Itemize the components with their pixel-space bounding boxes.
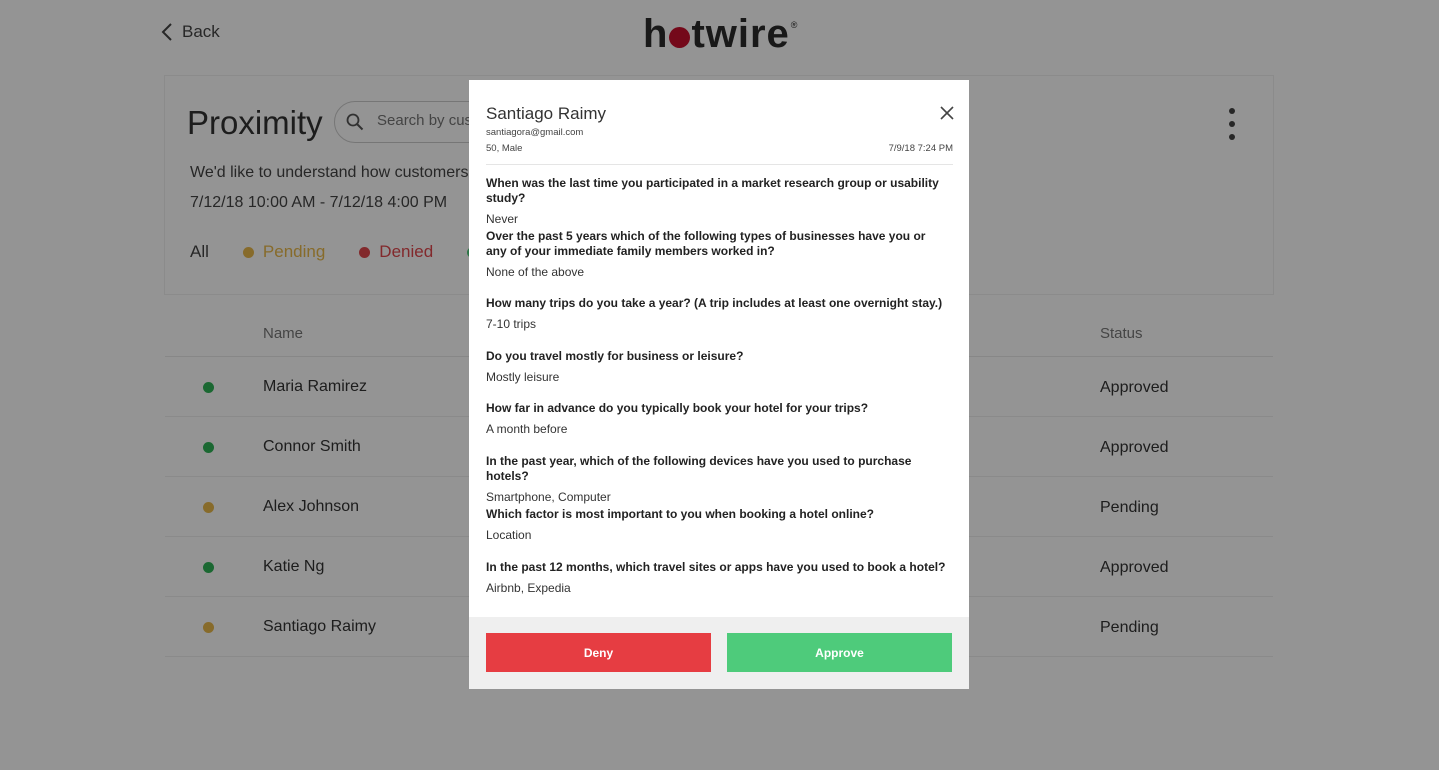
question-answer: How many trips do you take a year? (A tr… (486, 296, 948, 331)
question-text: Do you travel mostly for business or lei… (486, 349, 744, 363)
question-answer: Which factor is most important to you wh… (486, 507, 948, 542)
question-text: Which factor is most important to you wh… (486, 507, 875, 521)
answer-text: None of the above (486, 265, 585, 279)
question-answer: How far in advance do you typically book… (486, 401, 948, 436)
answer-text: Never (486, 212, 519, 226)
answer-text: Mostly leisure (486, 370, 560, 384)
close-icon[interactable] (940, 106, 954, 120)
question-answer: In the past 12 months, which travel site… (486, 560, 948, 595)
question-answer: When was the last time you participated … (486, 176, 948, 226)
answer-text: Smartphone, Computer (486, 490, 611, 504)
answer-text: A month before (486, 422, 568, 436)
question-answer: Do you travel mostly for business or lei… (486, 349, 948, 384)
approve-button[interactable]: Approve (727, 633, 952, 672)
participant-modal: Santiago Raimy santiagora@gmail.com 50, … (469, 80, 969, 689)
question-text: When was the last time you participated … (486, 176, 939, 205)
submission-date: 7/9/18 7:24 PM (888, 143, 953, 154)
answer-text: 7-10 trips (486, 317, 537, 331)
answer-text: Airbnb, Expedia (486, 581, 571, 595)
participant-name-heading: Santiago Raimy (486, 104, 607, 123)
deny-button[interactable]: Deny (486, 633, 711, 672)
question-text: In the past 12 months, which travel site… (486, 560, 946, 574)
participant-email: santiagora@gmail.com (486, 127, 584, 138)
question-text: How many trips do you take a year? (A tr… (486, 296, 943, 310)
modal-footer: Deny Approve (469, 617, 969, 689)
question-answer: In the past year, which of the following… (486, 454, 948, 504)
answer-text: Location (486, 528, 532, 542)
question-text: In the past year, which of the following… (486, 454, 912, 483)
participant-demographics: 50, Male (486, 143, 523, 154)
question-text: Over the past 5 years which of the follo… (486, 229, 926, 258)
divider (486, 164, 953, 165)
question-answer: Over the past 5 years which of the follo… (486, 229, 948, 279)
question-text: How far in advance do you typically book… (486, 401, 869, 415)
